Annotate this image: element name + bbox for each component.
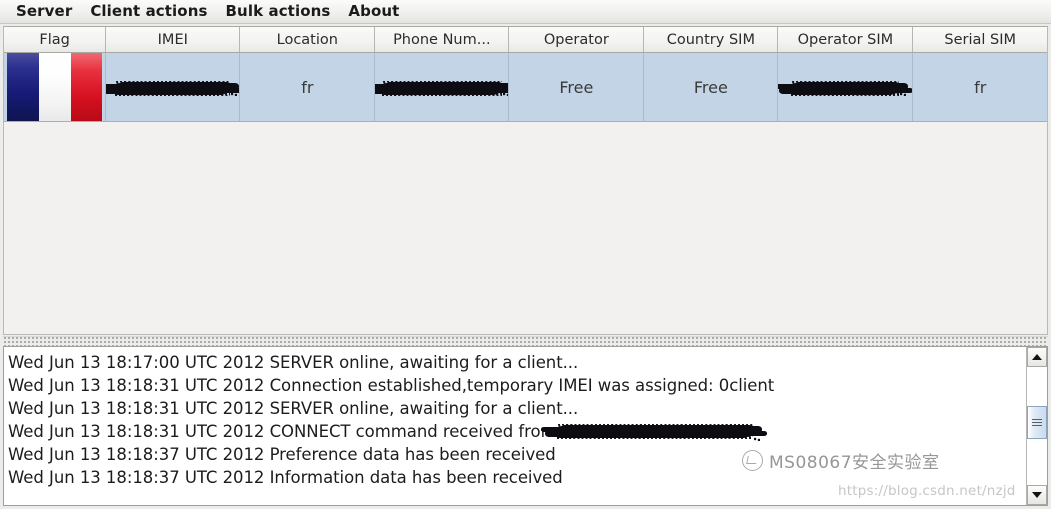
cell-imei[interactable] [105,52,241,122]
column-header-location[interactable]: Location [239,27,376,53]
log-output[interactable]: Wed Jun 13 18:17:00 UTC 2012 SERVER onli… [4,347,1026,505]
triangle-up-icon [1032,354,1042,360]
log-line: Wed Jun 13 18:18:37 UTC 2012 Preference … [8,445,556,464]
redaction-scribble [791,80,907,97]
cell-location[interactable]: fr [239,52,376,122]
redaction-scribble [556,423,760,442]
table-row[interactable]: fr Free Free fr [4,52,1047,122]
column-header-imei[interactable]: IMEI [105,27,241,53]
panel-splitter[interactable] [3,336,1048,346]
redaction-scribble [115,80,238,97]
log-panel: Wed Jun 13 18:17:00 UTC 2012 SERVER onli… [3,346,1048,506]
menu-item-client-actions[interactable]: Client actions [81,1,216,22]
column-header-operator[interactable]: Operator [508,27,645,53]
cell-phone-number[interactable] [374,52,510,122]
column-header-flag[interactable]: Flag [4,27,107,53]
menu-item-bulk-actions[interactable]: Bulk actions [217,1,340,22]
log-line: Wed Jun 13 18:18:31 UTC 2012 CONNECT com… [8,420,1026,443]
column-header-country-sim[interactable]: Country SIM [643,27,779,53]
column-header-serial-sim[interactable]: Serial SIM [912,27,1047,53]
column-header-phone-number[interactable]: Phone Num... [374,27,510,53]
cell-operator[interactable]: Free [508,52,645,122]
scrollbar-track[interactable] [1027,367,1047,485]
cell-operator-sim[interactable] [777,52,914,122]
column-header-operator-sim[interactable]: Operator SIM [777,27,914,53]
log-line: Wed Jun 13 18:18:31 UTC 2012 Connection … [8,376,775,395]
app-window: Server Client actions Bulk actions About… [0,0,1051,509]
clients-table: Flag IMEI Location Phone Num... Operator… [4,27,1047,122]
log-line: Wed Jun 13 18:17:00 UTC 2012 SERVER onli… [8,353,579,372]
log-line: Wed Jun 13 18:18:37 UTC 2012 Information… [8,468,563,487]
grip-icon [1032,418,1042,426]
table-header-row: Flag IMEI Location Phone Num... Operator… [4,27,1047,53]
log-vertical-scrollbar[interactable] [1026,347,1047,505]
france-flag-icon [7,53,103,121]
redaction-scribble [381,80,508,97]
cell-serial-sim[interactable]: fr [912,52,1047,122]
menu-bar: Server Client actions Bulk actions About [0,0,1051,24]
scrollbar-thumb[interactable] [1027,405,1047,439]
menu-item-about[interactable]: About [339,1,408,22]
log-line: Wed Jun 13 18:18:31 UTC 2012 SERVER onli… [8,399,579,418]
log-line-text: Wed Jun 13 18:18:31 UTC 2012 CONNECT com… [8,422,557,441]
cell-flag[interactable] [4,52,107,122]
scroll-up-button[interactable] [1027,347,1047,367]
clients-table-panel: Flag IMEI Location Phone Num... Operator… [3,26,1048,335]
cell-country-sim[interactable]: Free [643,52,779,122]
menu-item-server[interactable]: Server [7,1,81,22]
triangle-down-icon [1032,492,1042,498]
scroll-down-button[interactable] [1027,485,1047,505]
